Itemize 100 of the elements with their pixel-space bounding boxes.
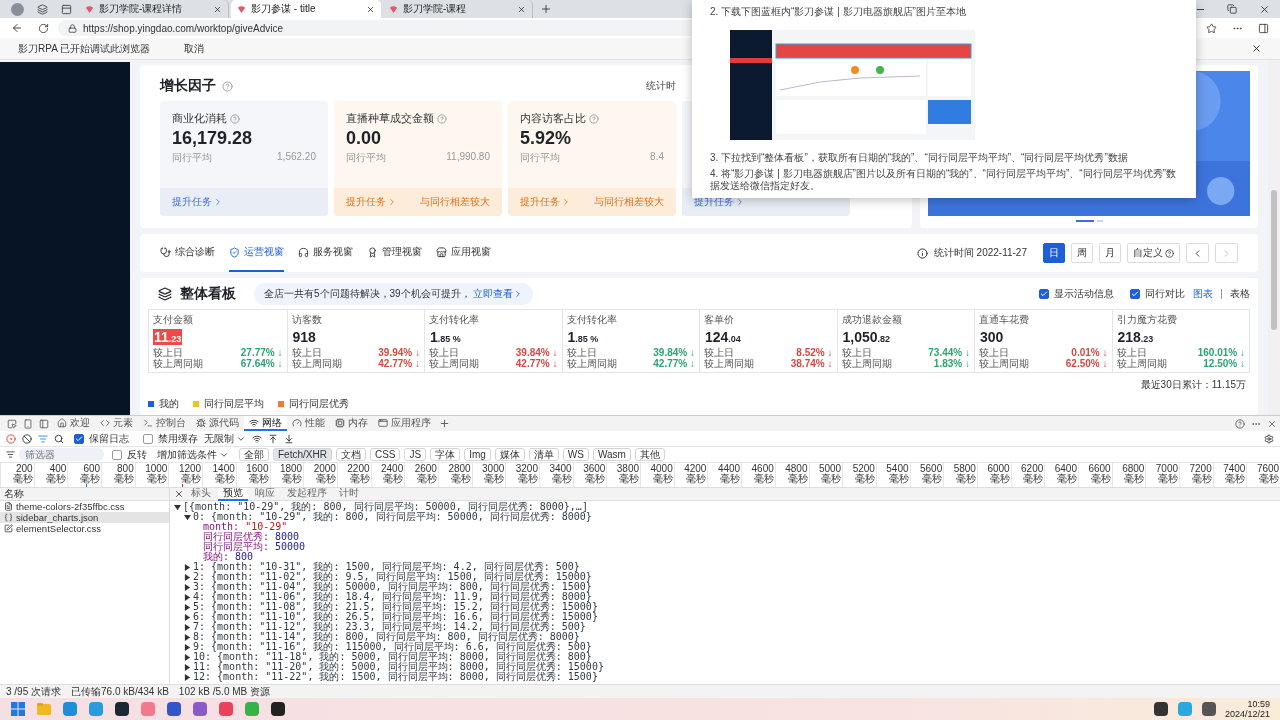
- devtools-tab[interactable]: 源代码: [191, 416, 244, 431]
- tree-item[interactable]: 4: {month: "11-06", 我的: 18.4, 同行同层平均: 11.9, 同行同层优秀: 8000}: [193, 592, 592, 602]
- help-icon[interactable]: [1235, 418, 1245, 429]
- checkbox[interactable]: [143, 433, 153, 444]
- type-filter-chip[interactable]: 媒体: [494, 448, 525, 461]
- detail-tab[interactable]: 计时: [334, 488, 364, 501]
- tab-actions-icon[interactable]: [60, 3, 72, 15]
- close-icon[interactable]: [517, 4, 526, 14]
- clear-icon[interactable]: [22, 433, 32, 444]
- app-icon[interactable]: [1152, 701, 1169, 717]
- close-icon[interactable]: [366, 4, 375, 14]
- view-tab[interactable]: 运营视窗: [229, 234, 284, 272]
- close-icon[interactable]: [213, 4, 222, 14]
- scrollbar-thumb[interactable]: [1271, 190, 1277, 330]
- tree-item[interactable]: 12: {month: "11-22", 我的: 1500, 同行同层平均: 8000, 同行同层优秀: 1500}: [193, 672, 598, 682]
- devtools-tab[interactable]: 应用程序: [373, 416, 436, 431]
- tree-item[interactable]: 3: {month: "11-04", 我的: 50000, 同行同层平均: 800, 同行同层优秀: 1500}: [193, 582, 592, 592]
- tree-item[interactable]: 11: {month: "11-20", 我的: 5000, 同行同层平均: 8000, 同行同层优秀: 15000}: [193, 662, 604, 672]
- app-icon[interactable]: [270, 701, 286, 717]
- tree-item[interactable]: 1: {month: "10-31", 我的: 1500, 同行同层平均: 4.2, 同行同层优秀: 500}: [193, 562, 580, 572]
- close-icon[interactable]: [174, 489, 184, 499]
- tree-item[interactable]: 6: {month: "11-10", 我的: 26.5, 同行同层平均: 16.6, 同行同层优秀: 15000}: [193, 612, 598, 622]
- view-link[interactable]: 表格: [1230, 287, 1250, 301]
- download-icon[interactable]: [284, 433, 294, 444]
- view-tab[interactable]: 服务视窗: [298, 234, 353, 272]
- task-link[interactable]: 提升任务: [172, 195, 223, 209]
- type-filter-chip[interactable]: 文档: [335, 448, 366, 461]
- upload-icon[interactable]: [268, 433, 278, 444]
- restore-icon[interactable]: [1227, 4, 1237, 14]
- tree-item[interactable]: 7: {month: "11-12", 我的: 23.3, 同行同层平均: 14.2, 同行同层优秀: 500}: [193, 622, 586, 632]
- inspect-icon[interactable]: [7, 418, 17, 429]
- tree-item[interactable]: 10: {month: "11-18", 我的: 5000, 同行同层平均: 8000, 同行同层优秀: 800}: [193, 652, 592, 662]
- network-conditions-icon[interactable]: [252, 433, 262, 444]
- checkbox[interactable]: [74, 433, 84, 444]
- panel-icon[interactable]: [39, 418, 49, 429]
- favorite-icon[interactable]: [1205, 22, 1217, 34]
- devtools-tab[interactable]: 性能: [287, 416, 330, 431]
- devtools-tab[interactable]: 内存: [330, 416, 373, 431]
- view-tab[interactable]: 管理视窗: [367, 234, 422, 272]
- checkbox[interactable]: [1130, 289, 1140, 299]
- app-icon[interactable]: [114, 701, 130, 717]
- tree-item[interactable]: 5: {month: "11-08", 我的: 21.5, 同行同层平均: 15.2, 同行同层优秀: 15000}: [193, 602, 598, 612]
- checkbox[interactable]: [1039, 289, 1049, 299]
- windows-logo-icon[interactable]: [10, 701, 26, 717]
- tree-item[interactable]: [{month: "10-29", 我的: 800, 同行同层平均: 50000, 同行同层优秀: 8000},…]: [183, 502, 588, 512]
- filter-field[interactable]: 筛选器: [19, 448, 104, 461]
- devtools-tab[interactable]: 控制台: [138, 416, 191, 431]
- type-filter-chip[interactable]: Wasm: [592, 448, 631, 461]
- type-filter-chip[interactable]: WS: [562, 448, 589, 461]
- detail-tab[interactable]: 发起程序: [282, 488, 332, 501]
- devtools-tab[interactable]: 元素: [95, 416, 138, 431]
- new-tab-icon[interactable]: [540, 3, 552, 15]
- view-now-link[interactable]: 立即查看: [472, 287, 523, 301]
- period-button[interactable]: 自定义: [1127, 243, 1180, 263]
- tree-item[interactable]: 8: {month: "11-14", 我的: 800, 同行同层平均: 800, 同行同层优秀: 8000}: [193, 632, 580, 642]
- tree-item[interactable]: 0: {month: "10-29", 我的: 800, 同行同层平均: 50000, 同行同层优秀: 8000}: [193, 512, 592, 522]
- throttle-dropdown[interactable]: 无限制: [204, 431, 246, 446]
- period-button[interactable]: 周: [1071, 243, 1093, 263]
- add-tab-icon[interactable]: [439, 418, 450, 429]
- type-filter-chip[interactable]: JS: [404, 448, 427, 461]
- cancel-button[interactable]: 取消: [180, 41, 209, 56]
- metric-name: 支付转化率: [566, 313, 618, 327]
- view-link[interactable]: 图表: [1193, 287, 1213, 301]
- change-value: 62.50% ↓: [1065, 358, 1108, 369]
- tree-item[interactable]: 2: {month: "11-02", 我的: 9.5, 同行同层平均: 1500, 同行同层优秀: 15000}: [193, 572, 592, 582]
- type-filter-chip[interactable]: CSS: [369, 448, 401, 461]
- workspaces-icon[interactable]: [36, 3, 48, 15]
- settings-icon[interactable]: [1264, 433, 1274, 444]
- info-icon: [916, 247, 928, 259]
- detail-tab[interactable]: 响应: [250, 488, 280, 501]
- period-button[interactable]: 月: [1099, 243, 1121, 263]
- close-icon[interactable]: [1251, 43, 1262, 54]
- browser-tab[interactable]: 影刀参谋 - title: [231, 0, 381, 18]
- detail-tab[interactable]: 预览: [218, 488, 248, 501]
- view-tab[interactable]: 综合诊断: [160, 234, 215, 272]
- type-filter-chip[interactable]: 字体: [430, 448, 461, 461]
- view-tab[interactable]: 应用视窗: [436, 234, 491, 272]
- app-icon[interactable]: [1200, 701, 1217, 717]
- checkbox[interactable]: [112, 449, 122, 460]
- request-row[interactable]: theme-colors-2f35ffbc.css: [0, 501, 169, 512]
- request-row[interactable]: elementSelector.css: [0, 523, 169, 534]
- close-icon[interactable]: [1258, 3, 1270, 15]
- type-filter-chip[interactable]: 清单: [528, 448, 559, 461]
- devtools-tab[interactable]: 网络: [244, 416, 287, 431]
- detail-tab[interactable]: 标头: [186, 488, 216, 501]
- back-icon[interactable]: [11, 22, 23, 34]
- request-row[interactable]: sidebar_charts.json: [0, 512, 169, 523]
- period-button[interactable]: 日: [1043, 243, 1065, 263]
- tree-item[interactable]: 9: {month: "11-16", 我的: 115000, 同行同层平均: 6.6, 同行同层优秀: 500}: [193, 642, 592, 652]
- type-filter-chip[interactable]: Fetch/XHR: [273, 448, 332, 461]
- device-icon[interactable]: [23, 418, 33, 429]
- type-filter-chip[interactable]: 全部: [239, 448, 269, 461]
- refresh-icon[interactable]: [37, 22, 49, 34]
- devtools-tab[interactable]: 欢迎: [52, 416, 95, 431]
- record-icon[interactable]: [6, 433, 16, 444]
- type-filter-chip[interactable]: Img: [464, 448, 491, 461]
- add-filter-dropdown[interactable]: 增加筛选条件: [157, 447, 229, 462]
- search-icon[interactable]: [54, 433, 64, 444]
- sidebar-icon[interactable]: [1257, 22, 1269, 34]
- type-filter-chip[interactable]: 其他: [634, 448, 665, 461]
